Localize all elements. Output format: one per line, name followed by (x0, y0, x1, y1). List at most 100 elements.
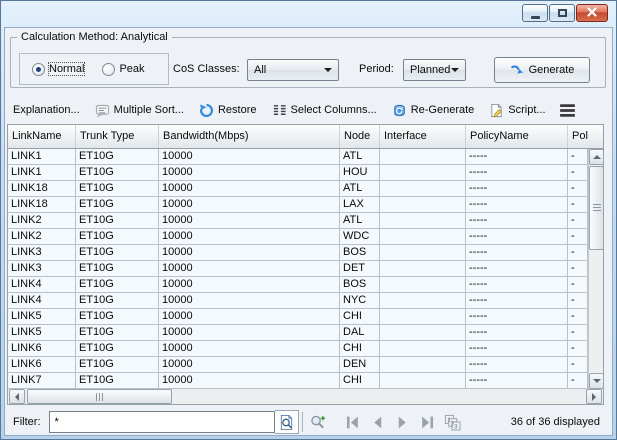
vertical-scroll-thumb[interactable] (589, 166, 604, 250)
table-cell: LINK7 (8, 373, 76, 388)
table-row[interactable]: LINK3ET10G10000BOS------ (8, 245, 588, 261)
table-cell: 10000 (159, 293, 340, 308)
column-header-pol[interactable]: Pol (568, 125, 603, 148)
table-cell: NYC (340, 293, 380, 308)
goto-row-button[interactable]: 321 (444, 410, 462, 434)
toolbar: Explanation... Multiple Sort... Restore Sel… (13, 98, 606, 122)
last-row-button[interactable] (419, 410, 437, 434)
grip-icon (593, 204, 601, 212)
vertical-scrollbar[interactable] (588, 149, 604, 389)
minimize-button[interactable] (522, 4, 548, 22)
table-cell: ET10G (76, 277, 159, 292)
row-navigation: 321 (344, 410, 462, 434)
table-cell: 10000 (159, 341, 340, 356)
column-header-policyname[interactable]: PolicyName (466, 125, 568, 148)
toolbar-button-multiple-sort[interactable]: Multiple Sort... (95, 103, 184, 118)
table-cell: 10000 (159, 229, 340, 244)
generate-button-label: Generate (529, 64, 575, 76)
table-cell: ----- (466, 293, 568, 308)
toolbar-button-re-generate[interactable]: Re-Generate (392, 103, 475, 118)
table-cell: - (568, 245, 588, 260)
table-cell: LINK5 (8, 325, 76, 340)
table-cell: LINK18 (8, 197, 76, 212)
first-row-button[interactable] (344, 410, 362, 434)
table-cell: 10000 (159, 357, 340, 372)
column-header-linkname[interactable]: LinkName (8, 125, 76, 148)
table-cell: - (568, 309, 588, 324)
column-header-node[interactable]: Node (340, 125, 380, 148)
table-cell: ----- (466, 165, 568, 180)
table-cell: ET10G (76, 165, 159, 180)
radio-peak[interactable]: Peak (102, 63, 144, 76)
table-row[interactable]: LINK4ET10G10000NYC------ (8, 293, 588, 309)
scroll-right-button[interactable] (586, 389, 602, 404)
radio-normal[interactable]: Normal (32, 63, 84, 76)
down-arrow-icon (593, 379, 601, 383)
column-header-interface[interactable]: Interface (380, 125, 466, 148)
menu-icon[interactable] (556, 98, 580, 122)
generate-button[interactable]: Generate (494, 57, 590, 83)
table-row[interactable]: LINK3ET10G10000DET------ (8, 261, 588, 277)
up-arrow-icon (593, 155, 601, 159)
toolbar-button-label: Restore (218, 104, 257, 116)
table-cell: ----- (466, 245, 568, 260)
scroll-up-button[interactable] (589, 149, 604, 165)
table-row[interactable]: LINK5ET10G10000CHI------ (8, 309, 588, 325)
toolbar-button-restore[interactable]: Restore (199, 103, 257, 118)
advanced-find-button[interactable] (306, 410, 330, 434)
previous-row-button[interactable] (369, 410, 387, 434)
horizontal-scroll-thumb[interactable] (27, 389, 172, 404)
cos-classes-dropdown[interactable]: All (247, 59, 339, 81)
table-row[interactable]: LINK7ET10G10000CHI------ (8, 373, 588, 389)
table-row[interactable]: LINK6ET10G10000CHI------ (8, 341, 588, 357)
table-cell: CHI (340, 309, 380, 324)
preview-filter-button[interactable] (275, 410, 299, 434)
table-cell: ----- (466, 373, 568, 388)
table-cell (380, 181, 466, 196)
dialog-content: Calculation Method: Analytical Normal Pe… (4, 27, 613, 436)
table-cell: - (568, 373, 588, 388)
period-dropdown[interactable]: Planned (403, 59, 466, 81)
table-row[interactable]: LINK4ET10G10000BOS------ (8, 277, 588, 293)
close-button[interactable] (576, 4, 608, 22)
table-row[interactable]: LINK6ET10G10000DEN------ (8, 357, 588, 373)
toolbar-button-label: Select Columns... (291, 104, 377, 116)
table-cell: HOU (340, 165, 380, 180)
maximize-button[interactable] (549, 4, 575, 22)
table-row[interactable]: LINK2ET10G10000ATL------ (8, 213, 588, 229)
toolbar-button-select-columns[interactable]: Select Columns... (272, 103, 377, 118)
generate-arrow-icon (510, 63, 524, 78)
horizontal-scrollbar[interactable] (7, 389, 604, 405)
previous-row-icon (369, 414, 386, 431)
table-cell: ET10G (76, 229, 159, 244)
column-header-bandwidth-mbps[interactable]: Bandwidth(Mbps) (159, 125, 340, 148)
scroll-down-button[interactable] (589, 373, 604, 389)
table-cell: - (568, 213, 588, 228)
table-row[interactable]: LINK5ET10G10000DAL------ (8, 325, 588, 341)
status-text: 36 of 36 displayed (511, 416, 604, 428)
toolbar-button-explanation[interactable]: Explanation... (13, 104, 80, 116)
filter-input[interactable] (49, 411, 275, 433)
column-header-trunk-type[interactable]: Trunk Type (76, 125, 159, 148)
table-cell: ATL (340, 213, 380, 228)
table-row[interactable]: LINK2ET10G10000WDC------ (8, 229, 588, 245)
title-bar[interactable] (1, 1, 616, 27)
table-cell: ----- (466, 229, 568, 244)
table-cell: 10000 (159, 325, 340, 340)
next-row-button[interactable] (394, 410, 412, 434)
table-cell: LINK4 (8, 293, 76, 308)
table-cell: - (568, 357, 588, 372)
scroll-left-button[interactable] (9, 389, 25, 404)
radio-button-icon (102, 63, 115, 76)
table-row[interactable]: LINK1ET10G10000ATL------ (8, 149, 588, 165)
table-row[interactable]: LINK18ET10G10000LAX------ (8, 197, 588, 213)
table-body-area: LINK1ET10G10000ATL------LINK1ET10G10000H… (7, 149, 604, 389)
table-cell: ----- (466, 181, 568, 196)
table-cell: 10000 (159, 165, 340, 180)
table-row[interactable]: LINK18ET10G10000ATL------ (8, 181, 588, 197)
toolbar-button-script[interactable]: Script... (489, 103, 545, 118)
table-cell: WDC (340, 229, 380, 244)
table-cell: 10000 (159, 261, 340, 276)
table-cell (380, 341, 466, 356)
table-row[interactable]: LINK1ET10G10000HOU------ (8, 165, 588, 181)
